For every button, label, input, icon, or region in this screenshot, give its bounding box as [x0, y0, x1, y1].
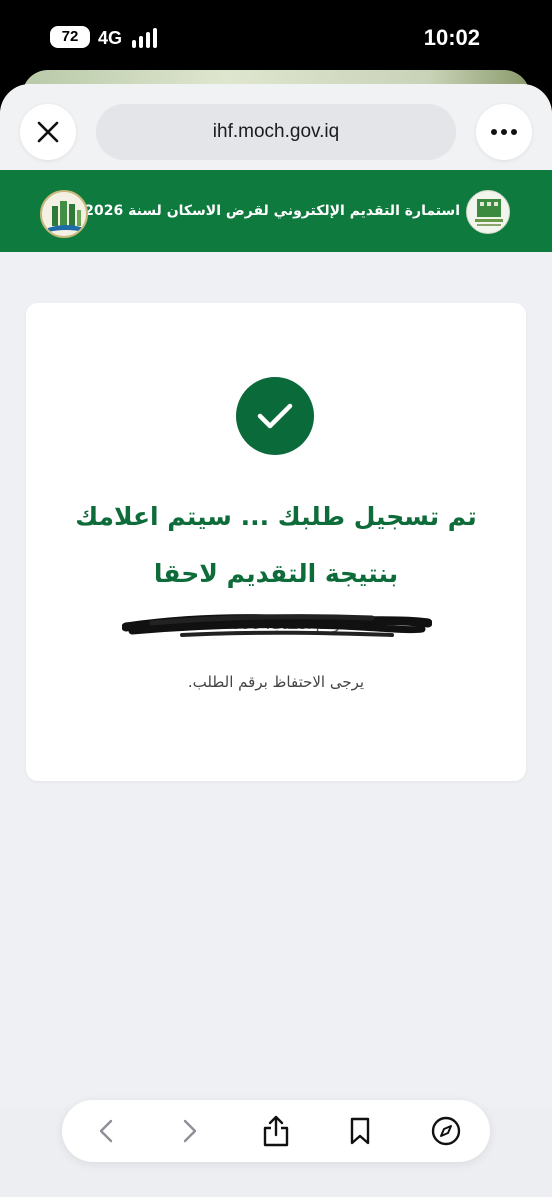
- bookmark-icon: [350, 1117, 370, 1145]
- save-request-note: يرجى الاحتفاظ برقم الطلب.: [187, 673, 365, 691]
- browser-toolbar: ihf.moch.gov.iq: [0, 84, 552, 170]
- bottom-toolbar: [62, 1100, 490, 1162]
- confirmation-message: تم تسجيل طلبك ... سيتم اعلامك: [75, 502, 477, 531]
- compass-icon: [431, 1116, 461, 1146]
- share-icon: [263, 1115, 289, 1147]
- confirmation-message-continued: بنتيجة التقديم لاحقا: [153, 559, 399, 588]
- address-bar[interactable]: ihf.moch.gov.iq: [96, 104, 456, 160]
- url-text: ihf.moch.gov.iq: [212, 121, 340, 142]
- more-button[interactable]: [476, 104, 532, 160]
- forward-button[interactable]: [170, 1111, 210, 1151]
- close-icon: [37, 121, 59, 143]
- header-title: استمارة التقديم الإلكتروني لقرض الاسكان …: [84, 203, 460, 219]
- network-type: 4G: [98, 28, 123, 48]
- compass-button[interactable]: [426, 1111, 466, 1151]
- bookmark-button[interactable]: [340, 1111, 380, 1151]
- iraqi-housing-fund-logo: [466, 190, 510, 234]
- chevron-right-icon: [183, 1119, 197, 1143]
- status-bar: 72 4G 10:02: [0, 0, 552, 80]
- close-button[interactable]: [20, 104, 76, 160]
- clock: 10:02: [423, 25, 480, 50]
- back-button[interactable]: [86, 1111, 126, 1151]
- redaction-scribble: [122, 614, 432, 637]
- browser-sheet: ihf.moch.gov.iq استمارة التقديم الإلكترو…: [0, 84, 552, 1197]
- share-button[interactable]: [256, 1111, 296, 1151]
- signal-icon: [132, 28, 162, 48]
- confirmation-card: تم تسجيل طلبك ... سيتم اعلامك بنتيجة الت…: [26, 303, 526, 781]
- ministry-logo: [40, 190, 88, 238]
- check-circle-icon: [236, 377, 314, 455]
- chevron-left-icon: [99, 1119, 113, 1143]
- more-icon: [491, 129, 517, 135]
- battery-indicator: 72: [50, 26, 90, 48]
